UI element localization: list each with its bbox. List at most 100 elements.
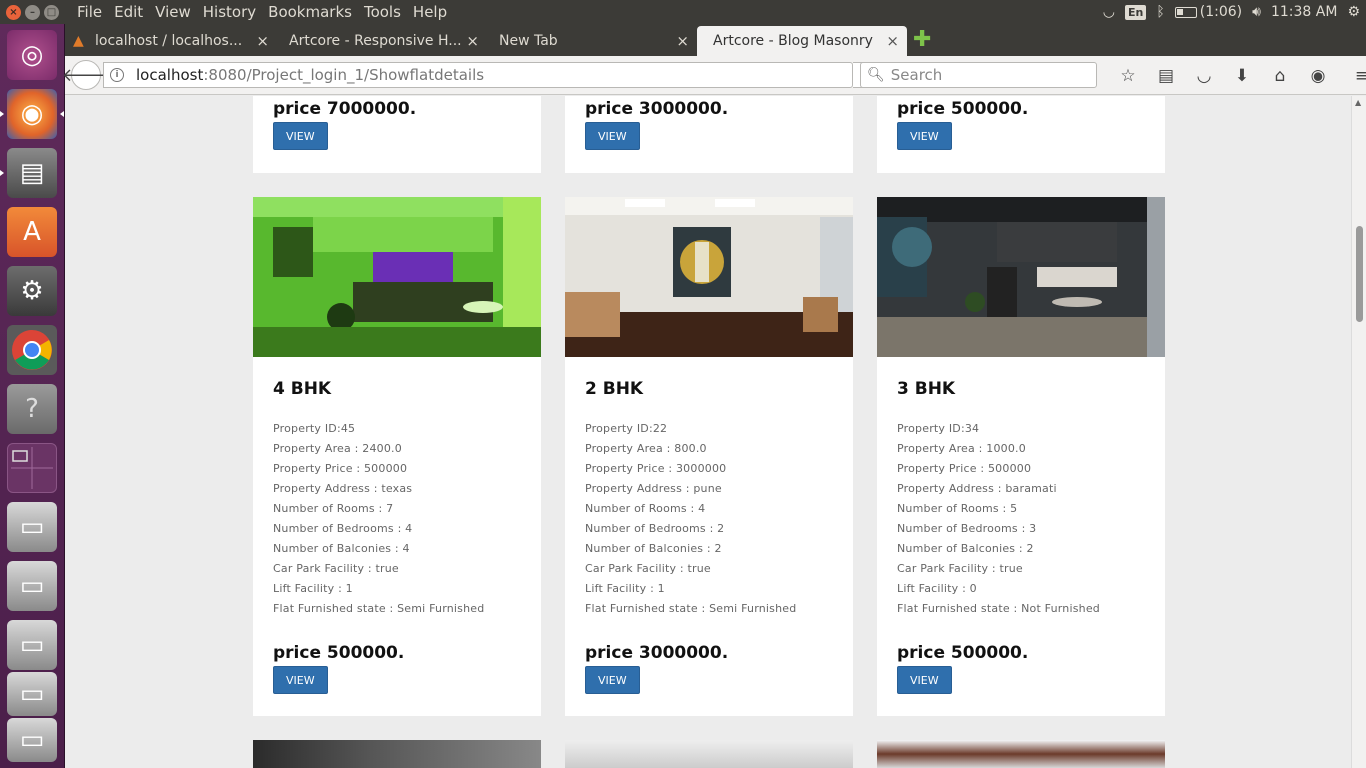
reader-view-icon[interactable]: ▤ [1147, 56, 1185, 95]
kitchen-photo [253, 197, 541, 357]
tab-label: Artcore - Blog Masonry [713, 33, 873, 49]
system-menubar: × – □ File Edit View History Bookmarks T… [0, 0, 1366, 24]
number-of-bedrooms: Number of Bedrooms : 4 [273, 522, 413, 535]
menu-help[interactable]: Help [407, 3, 453, 21]
system-settings-icon[interactable]: ⚙ [7, 266, 57, 316]
chat-icon[interactable]: ◉ [1299, 56, 1337, 95]
scroll-up-arrow-icon[interactable]: ▲ [1355, 98, 1361, 107]
battery-time: (1:06) [1199, 4, 1243, 20]
drive-icon[interactable]: ▭ [7, 672, 57, 716]
view-button[interactable]: VIEW [897, 122, 952, 150]
firefox-icon[interactable]: ◉ [7, 89, 57, 139]
car-park-facility: Car Park Facility : true [585, 562, 711, 575]
wifi-icon[interactable]: ◡ [1103, 4, 1115, 20]
property-area: Property Area : 2400.0 [273, 442, 402, 455]
listing-price: price 7000000. [273, 99, 417, 119]
ubuntu-dash-icon[interactable]: ◎ [7, 30, 57, 80]
keyboard-layout-indicator[interactable]: En [1125, 4, 1147, 20]
page-scrollbar[interactable]: ▲ [1351, 96, 1366, 768]
number-of-balconies: Number of Balconies : 2 [585, 542, 722, 555]
listing-image[interactable] [877, 197, 1165, 357]
maximize-window-button[interactable]: □ [44, 4, 59, 20]
listing-image[interactable] [565, 197, 853, 357]
listing-title: 2 BHK [585, 379, 644, 399]
tab-label: New Tab [499, 33, 558, 49]
listing-image[interactable] [253, 740, 541, 768]
close-tab-icon[interactable]: × [256, 32, 269, 50]
tab-new-tab[interactable]: New Tab × [487, 26, 697, 56]
workspace-grid [11, 447, 53, 489]
property-address: Property Address : pune [585, 482, 722, 495]
drive-icon[interactable]: ▭ [7, 502, 57, 552]
view-button[interactable]: VIEW [273, 666, 328, 694]
furnished-state: Flat Furnished state : Semi Furnished [585, 602, 797, 615]
scrollbar-thumb[interactable] [1356, 226, 1363, 322]
new-tab-button[interactable]: ✚ [913, 27, 931, 52]
drive-icon[interactable]: ▭ [7, 620, 57, 670]
car-park-facility: Car Park Facility : true [273, 562, 399, 575]
back-button[interactable]: 🡐 [62, 60, 110, 90]
property-id: Property ID:45 [273, 422, 356, 435]
search-placeholder: Search [890, 66, 943, 84]
listing-price: price 3000000. [585, 643, 729, 663]
menu-file[interactable]: File [71, 3, 108, 21]
bluetooth-icon[interactable]: ᛒ [1156, 4, 1164, 20]
page-info-icon[interactable]: i [110, 68, 124, 82]
home-icon[interactable]: ⌂ [1261, 56, 1299, 95]
close-tab-icon[interactable]: × [466, 32, 479, 50]
software-center-icon[interactable]: A [7, 207, 57, 257]
property-price: Property Price : 3000000 [585, 462, 727, 475]
view-button[interactable]: VIEW [585, 122, 640, 150]
battery-indicator[interactable]: (1:06) [1174, 4, 1243, 20]
menu-view[interactable]: View [149, 3, 197, 21]
lift-facility: Lift Facility : 1 [273, 582, 353, 595]
active-indicator [60, 111, 64, 117]
number-of-rooms: Number of Rooms : 5 [897, 502, 1018, 515]
chrome-icon[interactable] [7, 325, 57, 375]
gear-icon[interactable]: ⚙ [1347, 4, 1360, 20]
listing-image[interactable] [877, 740, 1165, 768]
view-button[interactable]: VIEW [897, 666, 952, 694]
close-window-button[interactable]: × [6, 4, 21, 20]
menu-history[interactable]: History [197, 3, 262, 21]
pocket-icon[interactable]: ◡ [1185, 56, 1223, 95]
close-tab-icon[interactable]: × [886, 32, 899, 50]
menu-tools[interactable]: Tools [358, 3, 407, 21]
drive-icon[interactable]: ▭ [7, 561, 57, 611]
search-input[interactable]: 🔍︎ Search [860, 62, 1097, 88]
help-icon[interactable]: ? [7, 384, 57, 434]
listing-card: 3 BHK Property ID:34 Property Area : 100… [877, 197, 1165, 716]
workspace-switcher-icon[interactable] [7, 443, 57, 493]
menu-edit[interactable]: Edit [108, 3, 149, 21]
minimize-window-button[interactable]: – [25, 4, 40, 20]
tab-phpmyadmin[interactable]: ▲ localhost / localhos... × [65, 26, 277, 56]
volume-icon[interactable]: 🔊︎ [1252, 4, 1261, 20]
hamburger-menu-icon[interactable]: ≡ [1343, 56, 1366, 95]
listing-title: 3 BHK [897, 379, 956, 399]
files-icon[interactable]: ▤ [7, 148, 57, 198]
page-content: price 7000000. VIEW price 3000000. VIEW … [65, 96, 1351, 768]
property-area: Property Area : 800.0 [585, 442, 707, 455]
tab-artcore-responsive[interactable]: Artcore - Responsive H... × [277, 26, 487, 56]
tab-label: Artcore - Responsive H... [289, 33, 462, 49]
property-price: Property Price : 500000 [273, 462, 408, 475]
listing-card: price 500000. VIEW [877, 96, 1165, 173]
close-tab-icon[interactable]: × [676, 32, 689, 50]
unity-launcher: ◎ ◉ ▤ A ⚙ ? ▭ ▭ ▭ ▭ ▭ [0, 24, 65, 768]
drive-icon[interactable]: ▭ [7, 718, 57, 762]
url-bar[interactable]: i localhost:8080/Project_login_1/Showfla… [103, 62, 853, 88]
downloads-icon[interactable]: ⬇ [1223, 56, 1261, 95]
clock[interactable]: 11:38 AM [1271, 4, 1337, 20]
bookmark-star-icon[interactable]: ☆ [1109, 56, 1147, 95]
listing-image[interactable] [565, 740, 853, 768]
view-button[interactable]: VIEW [273, 122, 328, 150]
menu-bookmarks[interactable]: Bookmarks [262, 3, 358, 21]
tab-artcore-blog-masonry[interactable]: Artcore - Blog Masonry × [697, 26, 907, 56]
listing-card: 2 BHK Property ID:22 Property Area : 800… [565, 197, 853, 716]
listing-price: price 500000. [897, 643, 1029, 663]
view-button[interactable]: VIEW [585, 666, 640, 694]
number-of-bedrooms: Number of Bedrooms : 3 [897, 522, 1037, 535]
listing-image[interactable] [253, 197, 541, 357]
car-park-facility: Car Park Facility : true [897, 562, 1023, 575]
listing-title: 4 BHK [273, 379, 332, 399]
